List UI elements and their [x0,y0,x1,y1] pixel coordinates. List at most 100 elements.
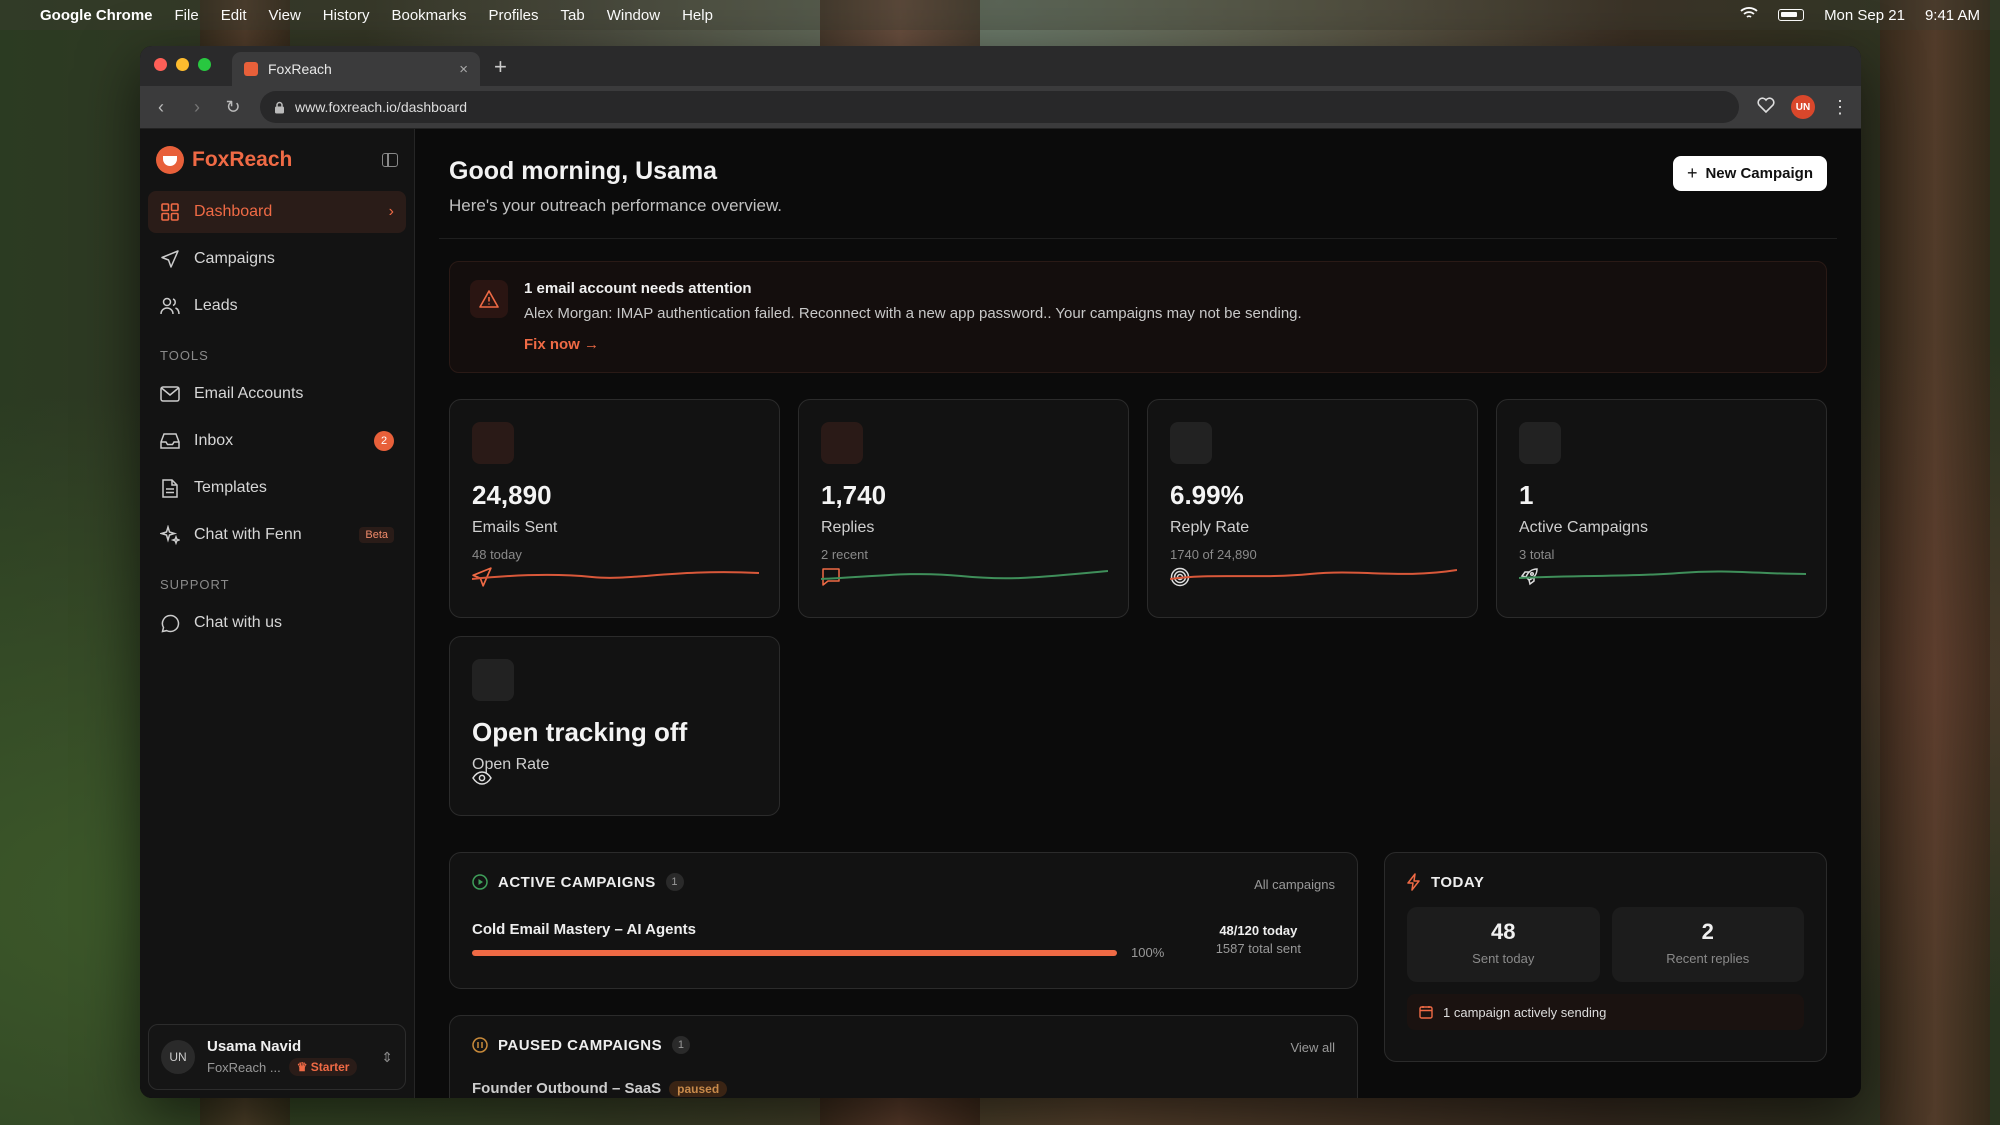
browser-tab[interactable]: FoxReach × [232,52,480,86]
sending-status: 1 campaign actively sending [1407,994,1804,1030]
active-campaigns-panel: ACTIVE CAMPAIGNS 1 All campaigns Cold Em… [449,852,1358,989]
stat-sub: 1740 of 24,890 [1170,547,1257,562]
stat-sub: 2 recent [821,547,868,562]
menu-help[interactable]: Help [682,7,713,24]
campaign-progress-bar [472,950,1117,956]
rocket-icon [1519,422,1561,586]
chevron-up-down-icon: ⇕ [381,1048,393,1065]
paused-tag: paused [669,1081,728,1097]
send-icon [160,249,180,269]
pause-circle-icon [472,1037,488,1053]
sidebar-item-label: Chat with us [194,614,283,631]
sidebar-item-dashboard[interactable]: Dashboard › [148,191,406,233]
sidebar-item-leads[interactable]: Leads [148,285,406,327]
sidebar-item-inbox[interactable]: Inbox 2 [148,420,406,462]
stat-card-replies[interactable]: 1,740 Replies 2 recent [798,399,1129,618]
more-menu-icon[interactable]: ⋮ [1831,97,1849,118]
paused-campaign-row[interactable]: Founder Outbound – SaaS paused [472,1080,1335,1097]
sparkle-icon [160,525,180,545]
forward-icon[interactable]: › [188,97,206,118]
menu-file[interactable]: File [175,7,199,24]
stat-label: Emails Sent [472,519,558,536]
chevron-right-icon: › [388,203,394,220]
menu-tab[interactable]: Tab [561,7,585,24]
stat-sub: 48 today [472,547,522,562]
target-icon [1170,422,1212,587]
tools-section-label: TOOLS [160,348,209,363]
stat-sub: 3 total [1519,547,1555,562]
menu-view[interactable]: View [269,7,301,24]
support-section-label: SUPPORT [160,577,230,592]
sidebar-item-templates[interactable]: Templates [148,467,406,509]
tab-strip: FoxReach × + [140,46,1861,86]
user-account-switcher[interactable]: UN Usama Navid FoxReach ... ♛ Starter ⇕ [148,1024,406,1090]
menubar-date[interactable]: Mon Sep 21 [1824,7,1905,24]
browser-toolbar: ‹ › ↻ www.foxreach.io/dashboard UN ⋮ [140,86,1861,129]
send-icon [472,422,514,587]
sidebar-item-campaigns[interactable]: Campaigns [148,238,406,280]
profile-avatar[interactable]: UN [1791,95,1815,119]
paused-campaigns-panel: PAUSED CAMPAIGNS 1 View all Founder Outb… [449,1015,1358,1098]
bookmark-heart-icon[interactable] [1757,96,1775,118]
browser-window: FoxReach × + ‹ › ↻ www.foxreach.io/dashb… [140,46,1861,1098]
sidebar-item-label: Dashboard [194,203,273,220]
stat-card-open-rate[interactable]: Open tracking off Open Rate [449,636,780,816]
plan-badge: ♛ Starter [288,1058,358,1076]
all-campaigns-link[interactable]: All campaigns [1254,877,1335,892]
sidebar-item-label: Templates [194,479,267,496]
fix-now-link[interactable]: Fix now → [524,336,1302,353]
stat-card-emails-sent[interactable]: 24,890 Emails Sent 48 today [449,399,780,618]
menubar-time[interactable]: 9:41 AM [1925,7,1980,24]
inbox-icon [160,431,180,451]
battery-icon[interactable] [1778,9,1805,21]
address-bar[interactable]: www.foxreach.io/dashboard [260,91,1739,123]
menu-bookmarks[interactable]: Bookmarks [391,7,466,24]
collapse-sidebar-icon[interactable] [382,153,398,167]
campaign-progress-fill [472,950,1117,956]
wifi-icon[interactable] [1740,6,1758,24]
stat-card-reply-rate[interactable]: 6.99% Reply Rate 1740 of 24,890 [1147,399,1478,618]
back-icon[interactable]: ‹ [152,97,170,118]
close-window-button[interactable] [154,58,167,71]
zoom-window-button[interactable] [198,58,211,71]
document-icon [160,478,180,498]
bottom-panels: ACTIVE CAMPAIGNS 1 All campaigns Cold Em… [449,852,1827,1098]
stat-card-active-campaigns[interactable]: 1 Active Campaigns 3 total [1496,399,1827,618]
alert-title: 1 email account needs attention [524,280,752,297]
minimize-window-button[interactable] [176,58,189,71]
reload-icon[interactable]: ↻ [224,97,242,118]
sidebar-item-chat-with-us[interactable]: Chat with us [148,602,406,644]
stat-value: 24,890 [472,480,552,510]
active-campaigns-title: ACTIVE CAMPAIGNS [498,873,656,891]
lock-icon [275,101,284,113]
menu-history[interactable]: History [323,7,370,24]
fox-logo-icon [156,146,184,174]
crown-icon: ♛ [296,1060,311,1074]
campaign-row[interactable]: Cold Email Mastery – AI Agents 100% 48/1… [472,921,1335,960]
sidebar-item-label: Chat with Fenn [194,526,302,543]
new-campaign-button[interactable]: + New Campaign [1672,156,1827,191]
menu-profiles[interactable]: Profiles [489,7,539,24]
url-text: www.foxreach.io/dashboard [295,99,467,115]
view-all-link[interactable]: View all [1290,1040,1335,1055]
sidebar-item-email-accounts[interactable]: Email Accounts [148,373,406,415]
menu-edit[interactable]: Edit [221,7,247,24]
sidebar-item-chat-with-fenn[interactable]: Chat with Fenn Beta [148,514,406,556]
sidebar-item-label: Campaigns [194,250,275,267]
new-tab-icon[interactable]: + [494,54,507,80]
grid-icon [160,202,180,222]
stat-value: 1,740 [821,480,887,510]
campaign-progress-percent: 100% [1131,945,1165,960]
sent-today-box: 48 Sent today [1407,907,1600,982]
chat-icon [160,613,180,633]
stat-label: Reply Rate [1170,519,1250,536]
menu-app-name[interactable]: Google Chrome [40,7,153,24]
recent-replies-value: 2 [1701,919,1714,944]
macos-menubar: Google Chrome File Edit View History Boo… [0,0,2000,30]
plan-label: Starter [310,1060,350,1074]
stat-label: Open Rate [472,756,550,773]
menu-window[interactable]: Window [607,7,660,24]
alert-message: Alex Morgan: IMAP authentication failed.… [524,305,1302,322]
sent-today-value: 48 [1491,919,1516,944]
close-tab-icon[interactable]: × [459,61,468,78]
